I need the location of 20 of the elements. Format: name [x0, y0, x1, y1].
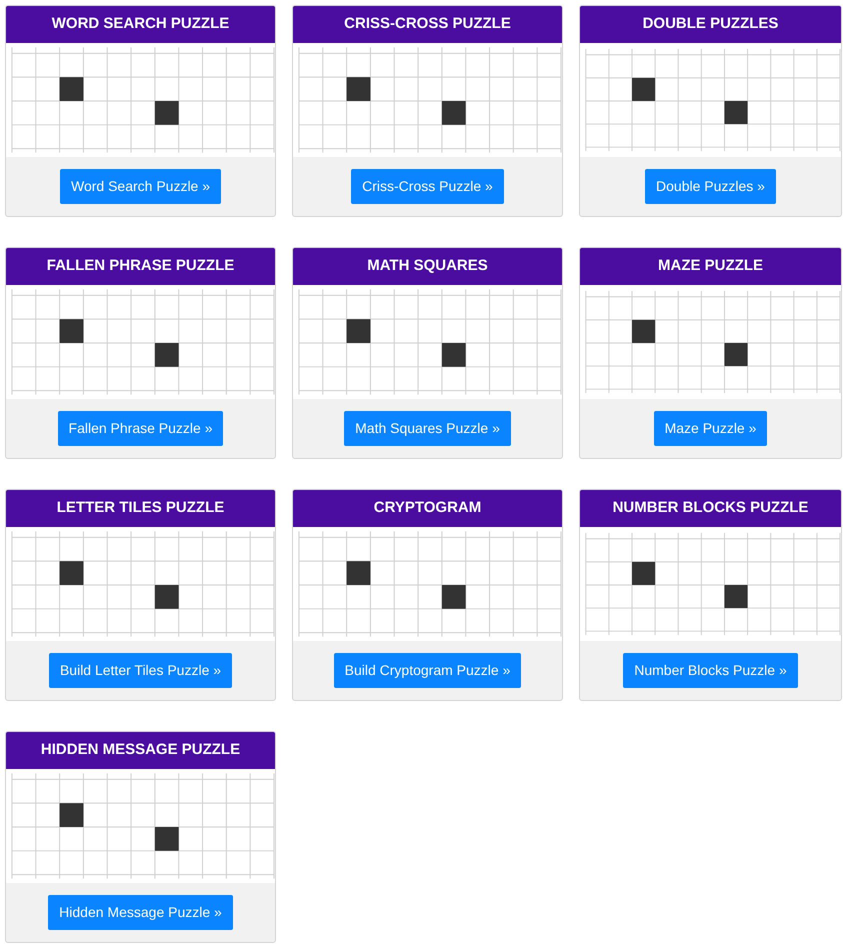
puzzle-button[interactable]: Build Cryptogram Puzzle » [334, 653, 522, 688]
puzzle-button[interactable]: Math Squares Puzzle » [344, 411, 511, 446]
card-title: NUMBER BLOCKS PUZZLE [580, 490, 841, 527]
card-title: LETTER TILES PUZZLE [6, 490, 275, 527]
puzzle-button[interactable]: Criss-Cross Puzzle » [351, 169, 504, 204]
puzzle-button[interactable]: Double Puzzles » [645, 169, 776, 204]
card-title: CRYPTOGRAM [293, 490, 562, 527]
card-title: FALLEN PHRASE PUZZLE [6, 248, 275, 285]
puzzle-button[interactable]: Word Search Puzzle » [60, 169, 222, 204]
puzzle-button[interactable]: Hidden Message Puzzle » [48, 895, 233, 930]
puzzle-button[interactable]: Maze Puzzle » [654, 411, 768, 446]
card-title: WORD SEARCH PUZZLE [6, 6, 275, 43]
puzzle-button[interactable]: Fallen Phrase Puzzle » [58, 411, 224, 446]
puzzle-button[interactable]: Build Letter Tiles Puzzle » [48, 653, 232, 688]
card-title: CRISS-CROSS PUZZLE [293, 6, 562, 43]
card-title: MAZE PUZZLE [580, 248, 841, 285]
card-title: HIDDEN MESSAGE PUZZLE [6, 732, 275, 769]
card-title: DOUBLE PUZZLES [580, 6, 841, 43]
puzzle-button[interactable]: Number Blocks Puzzle » [623, 653, 798, 688]
card-title: MATH SQUARES [293, 248, 562, 285]
